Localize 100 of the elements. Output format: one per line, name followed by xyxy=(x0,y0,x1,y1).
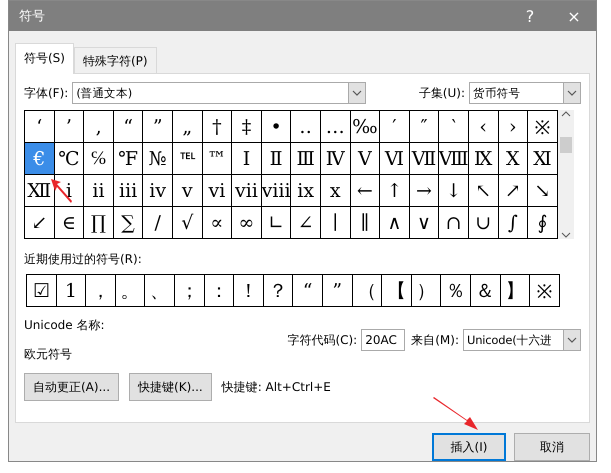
symbol-cell[interactable]: ‥ xyxy=(291,111,321,143)
symbol-cell[interactable]: ′ xyxy=(380,111,410,143)
symbol-cell[interactable]: ∥ xyxy=(350,207,380,239)
symbol-cell[interactable]: ’ xyxy=(54,111,84,143)
symbol-cell[interactable]: ← xyxy=(350,175,380,207)
symbol-cell[interactable]: √ xyxy=(172,207,203,239)
symbol-cell[interactable]: “ xyxy=(114,111,144,143)
symbol-cell[interactable]: ∑ xyxy=(114,207,144,239)
symbol-cell[interactable]: → xyxy=(410,175,440,207)
tab[interactable]: 符号(S) xyxy=(15,43,74,74)
symbol-cell[interactable]: ※ xyxy=(528,111,558,143)
symbol-cell[interactable]: … xyxy=(320,111,351,143)
symbol-cell[interactable]: Ⅲ xyxy=(291,143,321,175)
scroll-down-icon[interactable] xyxy=(560,231,571,239)
symbol-cell[interactable]: ⅲ xyxy=(114,175,144,207)
symbol-cell[interactable]: ↙ xyxy=(25,207,55,239)
symbol-cell[interactable]: › xyxy=(498,111,528,143)
recent-symbol-cell[interactable]: ％ xyxy=(441,275,471,307)
close-button[interactable]: × xyxy=(552,1,596,31)
symbol-cell[interactable]: ⅳ xyxy=(143,175,173,207)
symbol-cell[interactable]: ↗ xyxy=(498,175,528,207)
recent-symbol-cell[interactable]: 。 xyxy=(116,275,146,307)
symbol-cell[interactable]: ∏ xyxy=(84,207,114,239)
symbol-cell[interactable]: ℃ xyxy=(54,143,84,175)
symbol-cell[interactable]: Ⅸ xyxy=(468,143,498,175)
recent-symbol-cell[interactable]: 、 xyxy=(145,275,175,307)
char-code-field[interactable]: 20AC xyxy=(361,329,406,351)
from-dropdown[interactable]: Unicode(十六进 xyxy=(463,329,581,351)
symbol-cell[interactable]: ⅱ xyxy=(84,175,114,207)
symbol-cell[interactable]: Ⅴ xyxy=(350,143,380,175)
subset-dropdown[interactable]: 货币符号 xyxy=(469,82,581,104)
autocorrect-button[interactable]: 自动更正(A)... xyxy=(24,373,120,401)
symbol-cell[interactable]: ↓ xyxy=(439,175,469,207)
symbol-cell[interactable]: ∠ xyxy=(291,207,321,239)
symbol-cell[interactable]: ∨ xyxy=(410,207,440,239)
symbol-cell[interactable]: ⅵ xyxy=(202,175,232,207)
recent-symbol-cell[interactable]: （ xyxy=(352,275,382,307)
recent-symbol-cell[interactable]: ” xyxy=(322,275,353,307)
recent-symbol-cell[interactable]: “ xyxy=(293,275,323,307)
symbol-cell[interactable]: ∩ xyxy=(439,207,469,239)
symbol-cell[interactable]: ‚ xyxy=(84,111,114,143)
scroll-up-icon[interactable] xyxy=(560,110,571,118)
symbol-cell[interactable]: ∞ xyxy=(232,207,262,239)
symbol-cell[interactable]: Ⅺ xyxy=(528,143,558,175)
recent-symbol-cell[interactable]: ） xyxy=(412,275,442,307)
symbol-cell[interactable]: ‡ xyxy=(232,111,262,143)
recent-symbol-cell[interactable]: ？ xyxy=(264,275,294,307)
symbol-cell[interactable]: Ⅶ xyxy=(410,143,440,175)
recent-symbol-cell[interactable]: ： xyxy=(204,275,234,307)
symbol-cell[interactable]: ∣ xyxy=(320,207,351,239)
help-button[interactable]: ? xyxy=(508,1,552,31)
caret-icon[interactable] xyxy=(563,330,580,350)
caret-icon[interactable] xyxy=(563,83,580,103)
symbol-cell[interactable]: ∈ xyxy=(54,207,84,239)
symbol-cell[interactable]: ⅰ xyxy=(54,175,84,207)
recent-symbol-cell[interactable]: ； xyxy=(174,275,205,307)
recent-symbol-cell[interactable]: 【 xyxy=(382,275,412,307)
symbol-cell[interactable]: ‰ xyxy=(350,111,380,143)
symbol-cell[interactable]: ℅ xyxy=(84,143,114,175)
symbol-cell[interactable]: ∝ xyxy=(202,207,232,239)
tab[interactable]: 特殊字符(P) xyxy=(74,47,157,74)
symbol-cell[interactable]: Ⅰ xyxy=(232,143,262,175)
symbol-cell[interactable]: ↑ xyxy=(380,175,410,207)
symbol-cell[interactable]: ‘ xyxy=(25,111,55,143)
symbol-cell[interactable]: № xyxy=(143,143,173,175)
symbol-cell[interactable]: ∫ xyxy=(498,207,528,239)
scrollbar[interactable] xyxy=(558,110,574,239)
symbol-cell[interactable]: ⅶ xyxy=(232,175,262,207)
symbol-cell[interactable]: ″ xyxy=(410,111,440,143)
shortcut-key-button[interactable]: 快捷键(K)... xyxy=(129,373,212,401)
symbol-cell[interactable]: ‹ xyxy=(468,111,498,143)
recent-symbol-cell[interactable]: 】 xyxy=(500,275,530,307)
symbol-cell[interactable]: ™ xyxy=(202,143,232,175)
symbol-cell[interactable]: ↖ xyxy=(468,175,498,207)
recent-symbol-cell[interactable]: ， xyxy=(86,275,116,307)
symbol-cell[interactable]: Ⅵ xyxy=(380,143,410,175)
symbol-cell[interactable]: Ⅱ xyxy=(262,143,292,175)
symbol-cell[interactable]: ∕ xyxy=(143,207,173,239)
symbol-cell[interactable]: ∪ xyxy=(468,207,498,239)
symbol-cell[interactable]: Ⅷ xyxy=(439,143,469,175)
symbol-cell[interactable]: ⅸ xyxy=(291,175,321,207)
symbol-cell[interactable]: ∧ xyxy=(380,207,410,239)
recent-symbol-cell[interactable]: ！ xyxy=(234,275,264,307)
font-dropdown[interactable]: (普通文本) xyxy=(72,82,366,104)
symbol-cell[interactable]: ⅷ xyxy=(262,175,292,207)
symbol-cell[interactable]: † xyxy=(202,111,232,143)
cancel-button[interactable]: 取消 xyxy=(514,433,590,461)
symbol-cell[interactable]: „ xyxy=(172,111,203,143)
symbol-cell[interactable]: ∟ xyxy=(262,207,292,239)
symbol-cell[interactable]: ↘ xyxy=(528,175,558,207)
scroll-thumb[interactable] xyxy=(560,136,572,152)
symbol-cell[interactable]: Ⅹ xyxy=(498,143,528,175)
recent-symbol-cell[interactable]: ☑ xyxy=(27,275,57,307)
symbol-cell[interactable]: Ⅳ xyxy=(320,143,351,175)
symbol-cell[interactable]: ℡ xyxy=(172,143,203,175)
symbol-cell[interactable]: ⅹ xyxy=(320,175,351,207)
recent-symbol-cell[interactable]: ※ xyxy=(530,275,560,307)
symbol-cell[interactable]: ∮ xyxy=(528,207,558,239)
symbol-cell[interactable]: ℉ xyxy=(114,143,144,175)
symbol-cell[interactable]: ⅴ xyxy=(172,175,203,207)
